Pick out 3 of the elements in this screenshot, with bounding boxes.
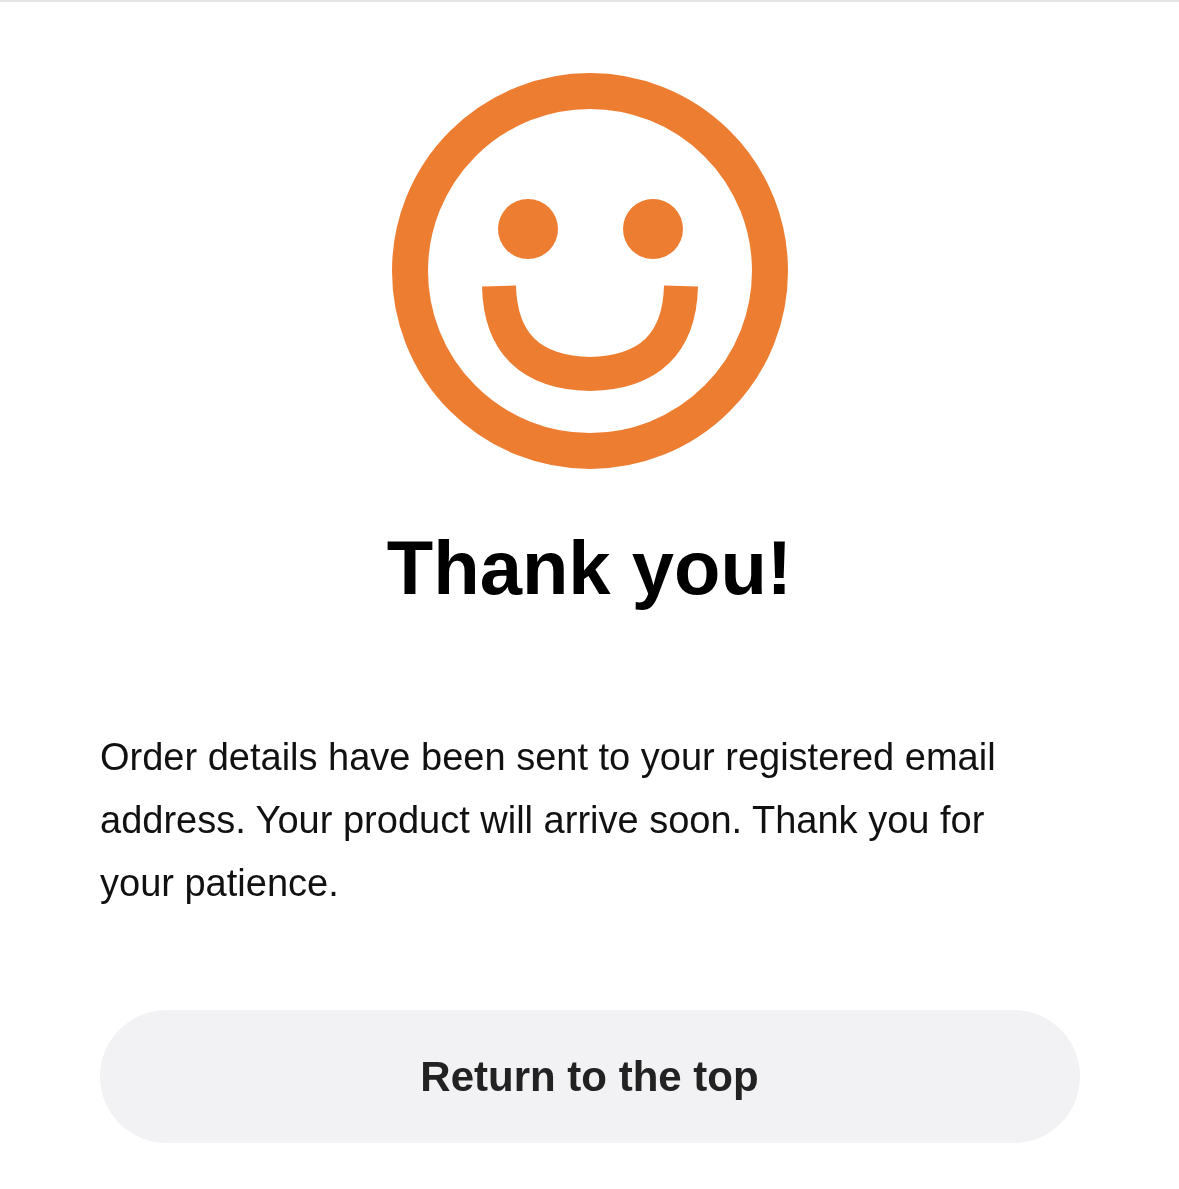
return-button[interactable]: Return to the top: [99, 1010, 1080, 1143]
smiley-icon: [390, 72, 789, 470]
message: Order details have been sent to your registered email address. Your product will arrive soon. Thank you for your patience.: [100, 735, 997, 906]
